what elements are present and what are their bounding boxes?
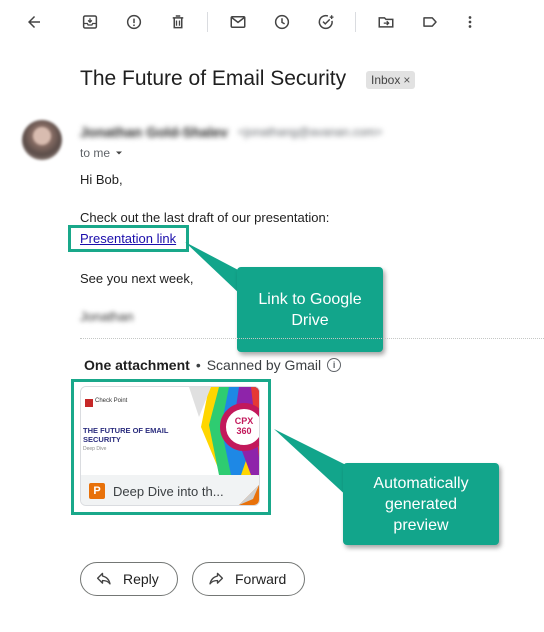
preview-highlight-box (71, 379, 271, 515)
inbox-label-chip[interactable]: Inbox × (366, 71, 416, 89)
recipient-text: to me (80, 146, 111, 160)
sender-email: <jonathang@avanan.com> (238, 125, 383, 139)
attachments-header: One attachment • Scanned by Gmail i (84, 357, 342, 373)
scan-status: Scanned by Gmail (206, 357, 322, 373)
callout-line: Automatically (373, 474, 469, 492)
callout-line: Link to Google (258, 290, 362, 308)
move-to-icon[interactable] (374, 10, 398, 34)
toolbar-divider (355, 12, 356, 32)
reply-button[interactable]: Reply (80, 562, 178, 596)
link-highlight-box (68, 225, 189, 252)
recipient-details-toggle[interactable]: to me (80, 146, 125, 160)
chevron-down-icon (116, 151, 123, 155)
email-subject: The Future of Email Security (80, 67, 347, 90)
inbox-label-text: Inbox (371, 73, 401, 87)
report-spam-icon[interactable] (122, 10, 146, 34)
label-icon[interactable] (418, 10, 442, 34)
body-line: Check out the last draft of our presenta… (80, 210, 330, 225)
signature-text: Jonathan (80, 309, 134, 324)
toolbar-divider (207, 12, 208, 32)
sender-avatar[interactable] (22, 120, 62, 160)
delete-icon[interactable] (166, 10, 190, 34)
back-arrow-icon[interactable] (22, 10, 46, 34)
reply-icon (96, 572, 111, 585)
snooze-icon[interactable] (270, 10, 294, 34)
callout-line: preview (393, 516, 449, 534)
mark-unread-icon[interactable] (226, 10, 250, 34)
more-vert-icon[interactable] (458, 10, 482, 34)
greeting-text: Hi Bob, (80, 172, 123, 187)
info-icon[interactable]: i (327, 358, 342, 372)
archive-icon[interactable] (78, 10, 102, 34)
attachments-divider (80, 338, 544, 339)
add-task-icon[interactable] (314, 10, 338, 34)
separator-bullet: • (195, 357, 201, 373)
sender-name[interactable]: Jonathan Gold-Shalev (80, 124, 228, 140)
link-callout: Link to Google Drive (237, 267, 383, 352)
forward-icon (209, 572, 224, 585)
closing-text: See you next week, (80, 271, 194, 286)
reply-label: Reply (123, 571, 159, 587)
remove-label-icon[interactable]: × (403, 73, 410, 87)
forward-label: Forward (235, 571, 287, 587)
preview-callout: Automatically generated preview (343, 463, 499, 545)
message-toolbar (0, 0, 544, 44)
attachments-count: One attachment (84, 357, 190, 373)
forward-button[interactable]: Forward (192, 562, 306, 596)
callout-line: generated (384, 495, 458, 513)
callout-line: Drive (291, 311, 329, 329)
